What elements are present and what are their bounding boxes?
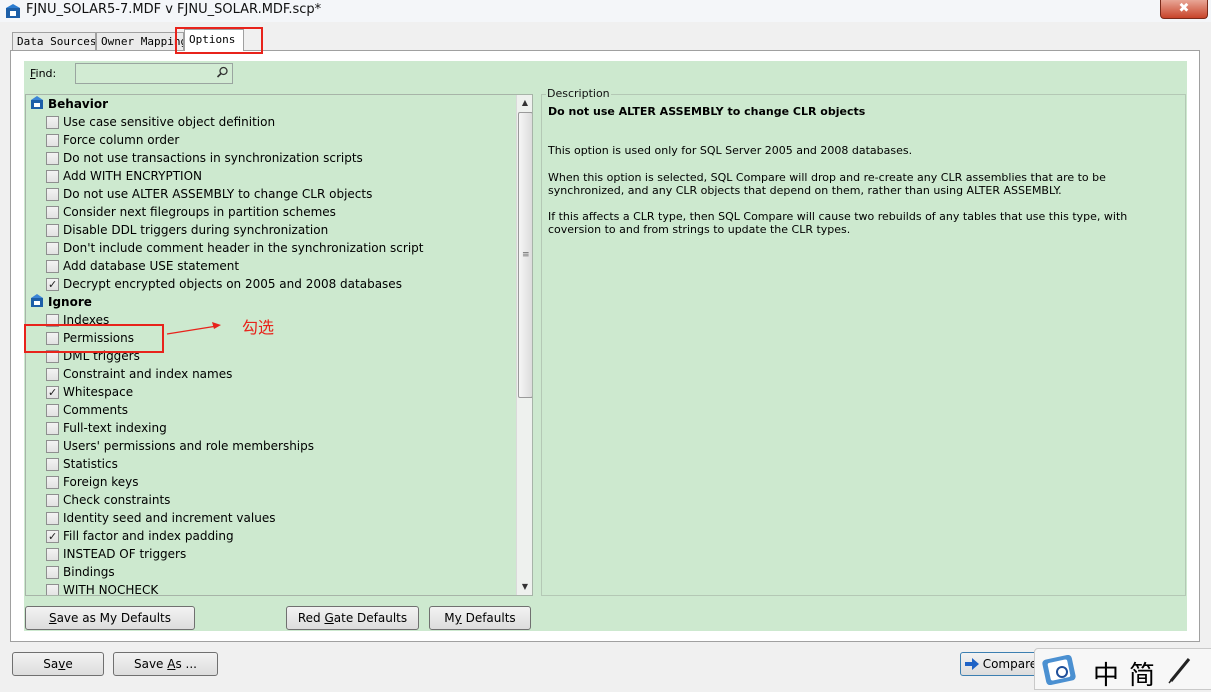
option-label: Statistics	[63, 457, 118, 471]
option-checkbox[interactable]	[46, 512, 59, 525]
compare-label: Compare	[982, 657, 1038, 671]
option-checkbox[interactable]	[46, 260, 59, 273]
option-checkbox[interactable]	[46, 170, 59, 183]
option-label: Check constraints	[63, 493, 171, 507]
option-label: Fill factor and index padding	[63, 529, 234, 543]
option-checkbox[interactable]	[46, 494, 59, 507]
option-checkbox[interactable]	[46, 404, 59, 417]
option-checkbox[interactable]	[46, 584, 59, 595]
option-label: INSTEAD OF triggers	[63, 547, 187, 561]
option-label: Do not use ALTER ASSEMBLY to change CLR …	[63, 187, 373, 201]
option-checkbox[interactable]	[46, 422, 59, 435]
behavior-group-icon	[31, 96, 43, 109]
vertical-scrollbar[interactable]: ▲ ≡ ▼	[516, 95, 532, 595]
ime-logo-icon[interactable]	[1042, 655, 1076, 685]
red-gate-defaults-button[interactable]: Red Gate Defaults	[286, 606, 419, 630]
ime-toolbar[interactable]: 中 简	[1034, 648, 1211, 692]
option-checkbox[interactable]	[46, 134, 59, 147]
option-checkbox[interactable]	[46, 384, 59, 402]
window-title: FJNU_SOLAR5-7.MDF v FJNU_SOLAR.MDF.scp*	[26, 2, 322, 17]
options-panel: Find: Behavior Use case sensitive object …	[10, 50, 1200, 642]
annotation-arrow-icon	[166, 322, 221, 335]
option-label: Do not use transactions in synchronizati…	[63, 151, 363, 165]
options-area: Find: Behavior Use case sensitive object …	[24, 61, 1187, 631]
option-label: WITH NOCHECK	[63, 583, 159, 595]
close-button[interactable]: ✖	[1160, 0, 1208, 19]
ignore-group-header: Ignore	[30, 293, 92, 311]
description-title: Do not use ALTER ASSEMBLY to change CLR …	[548, 105, 866, 118]
description-box: Do not use ALTER ASSEMBLY to change CLR …	[541, 94, 1186, 596]
save-as-button[interactable]: Save As ...	[113, 652, 218, 676]
my-defaults-button[interactable]: My Defaults	[429, 606, 531, 630]
ignore-group-icon	[31, 294, 43, 307]
option-label: Disable DDL triggers during synchronizat…	[63, 223, 329, 237]
option-checkbox[interactable]	[46, 116, 59, 129]
find-input[interactable]	[75, 63, 233, 84]
option-checkbox[interactable]	[46, 188, 59, 201]
description-paragraph: This option is used only for SQL Server …	[548, 144, 913, 157]
app-icon	[6, 4, 20, 18]
tab-data-sources[interactable]: Data Sources	[12, 32, 96, 50]
option-checkbox[interactable]	[46, 242, 59, 255]
annotation-highlight-permissions	[24, 324, 164, 353]
option-checkbox[interactable]	[46, 368, 59, 381]
tab-options[interactable]: Options	[184, 29, 244, 51]
option-label: Add database USE statement	[63, 259, 240, 273]
option-checkbox[interactable]	[46, 152, 59, 165]
ignore-group-label: Ignore	[48, 295, 92, 309]
behavior-group-header: Behavior	[30, 95, 108, 113]
option-checkbox[interactable]	[46, 476, 59, 489]
pen-icon[interactable]	[1165, 655, 1195, 685]
behavior-group-label: Behavior	[48, 97, 109, 111]
scroll-down-arrow-icon[interactable]: ▼	[517, 579, 532, 595]
scroll-thumb[interactable]: ≡	[518, 112, 532, 398]
option-checkbox[interactable]	[46, 528, 59, 546]
option-label: Don't include comment header in the sync…	[63, 241, 424, 255]
option-checkbox[interactable]	[46, 224, 59, 237]
save-as-my-defaults-button[interactable]: Save as My Defaults	[25, 606, 195, 630]
option-label: Users' permissions and role memberships	[63, 439, 315, 453]
save-button[interactable]: Save	[12, 652, 104, 676]
option-label: Whitespace	[63, 385, 134, 399]
option-label: Comments	[63, 403, 129, 417]
option-checkbox[interactable]	[46, 206, 59, 219]
ime-mode-chinese[interactable]: 中	[1093, 655, 1119, 692]
option-label: Add WITH ENCRYPTION	[63, 169, 202, 183]
option-checkbox[interactable]	[46, 566, 59, 579]
option-label: Consider next filegroups in partition sc…	[63, 205, 336, 219]
tab-owner-mapping[interactable]: Owner Mapping	[96, 32, 184, 50]
option-checkbox[interactable]	[46, 276, 59, 294]
description-paragraph: When this option is selected, SQL Compar…	[548, 171, 1106, 197]
scroll-up-arrow-icon[interactable]: ▲	[517, 95, 532, 111]
description-paragraph: If this affects a CLR type, then SQL Com…	[548, 210, 1128, 236]
option-label: Constraint and index names	[63, 367, 233, 381]
find-label: Find:	[30, 67, 57, 80]
option-checkbox[interactable]	[46, 548, 59, 561]
option-label: Foreign keys	[63, 475, 139, 489]
option-label: Identity seed and increment values	[63, 511, 276, 525]
arrow-right-icon	[964, 658, 979, 670]
option-label: Force column order	[63, 133, 180, 147]
option-checkbox[interactable]	[46, 458, 59, 471]
ime-simplified[interactable]: 简	[1129, 655, 1155, 692]
grip-icon: ≡	[522, 250, 530, 260]
option-label: Full-text indexing	[63, 421, 167, 435]
option-label: Bindings	[63, 565, 115, 579]
option-checkbox[interactable]	[46, 440, 59, 453]
option-label: Decrypt encrypted objects on 2005 and 20…	[63, 277, 402, 291]
annotation-note: 勾选	[242, 318, 275, 337]
search-icon[interactable]	[216, 66, 229, 79]
compare-button[interactable]: Compare	[960, 652, 1042, 676]
title-bar: FJNU_SOLAR5-7.MDF v FJNU_SOLAR.MDF.scp* …	[0, 0, 1211, 22]
description-legend: Description	[546, 87, 611, 100]
option-label: Use case sensitive object definition	[63, 115, 276, 129]
